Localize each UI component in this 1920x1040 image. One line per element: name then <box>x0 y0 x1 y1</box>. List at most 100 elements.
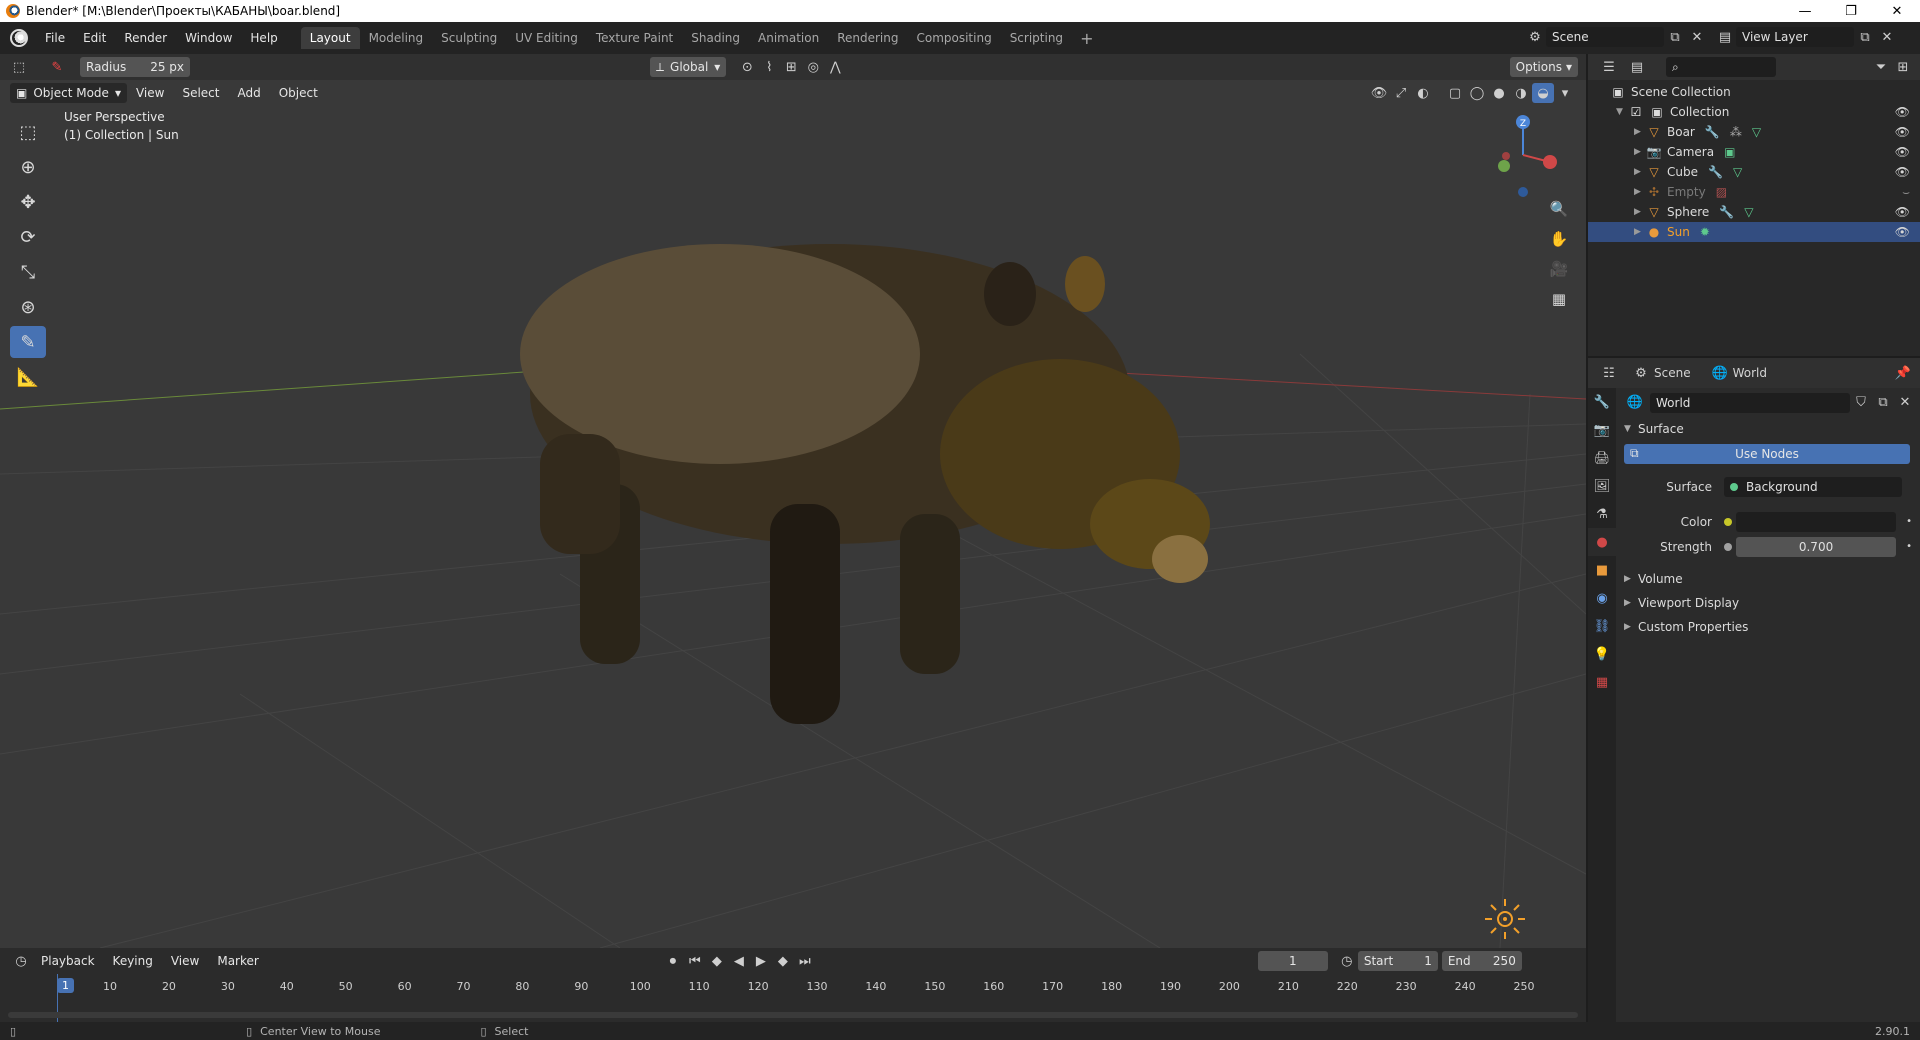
timeline-scrollbar[interactable] <box>8 1012 1578 1018</box>
breadcrumb-world[interactable]: World <box>1733 366 1767 380</box>
timeline-menu-marker[interactable]: Marker <box>208 945 267 977</box>
tab-scripting[interactable]: Scripting <box>1001 27 1072 49</box>
chevron-down-icon[interactable]: ▾ <box>1554 83 1576 103</box>
proportional-edit-icon[interactable]: ◎ <box>802 57 824 77</box>
menu-render[interactable]: Render <box>115 22 176 54</box>
sun-light-data-icon[interactable]: ✹ <box>1700 225 1710 239</box>
outliner-search-input[interactable]: ⌕ <box>1666 57 1776 77</box>
blender-logo-icon[interactable] <box>10 29 28 47</box>
wireframe-shading-icon[interactable]: ◯ <box>1466 83 1488 103</box>
timeline-menu-keying[interactable]: Keying <box>104 945 162 977</box>
xray-icon[interactable]: ▢ <box>1444 83 1466 103</box>
outliner-item-cube[interactable]: ▶ ▽ Cube 🔧 ▽ 👁 <box>1588 162 1920 182</box>
breadcrumb-scene[interactable]: Scene <box>1654 366 1691 380</box>
cursor-icon[interactable]: ⊕ <box>10 151 46 183</box>
delete-view-layer-icon[interactable]: ✕ <box>1876 27 1898 47</box>
rotate-icon[interactable]: ⟳ <box>10 221 46 253</box>
object-mode-dropdown[interactable]: ▣ Object Mode ▾ <box>10 83 127 103</box>
new-scene-icon[interactable]: ⧉ <box>1664 27 1686 47</box>
mesh-data-icon[interactable]: ▽ <box>1752 125 1761 139</box>
clock-editor-icon[interactable]: ◷ <box>10 951 32 971</box>
timeline-menu-view[interactable]: View <box>162 945 208 977</box>
color-socket-icon[interactable] <box>1724 517 1732 526</box>
physics-tab-icon[interactable]: ◉ <box>1588 584 1616 612</box>
rendered-shading-icon[interactable]: ◒ <box>1532 83 1554 103</box>
eye-icon[interactable]: 👁 <box>1895 205 1910 219</box>
camera-view-icon[interactable]: 🎥 <box>1546 254 1572 284</box>
surface-shader-field[interactable]: Background <box>1724 476 1902 497</box>
measure-icon[interactable]: 📐 <box>10 361 46 393</box>
options-dropdown[interactable]: Options ▾ <box>1509 57 1578 77</box>
tool-tab-icon[interactable]: 🔧 <box>1588 388 1616 416</box>
output-tab-icon[interactable]: 🖨 <box>1588 444 1616 472</box>
transform-orientation-dropdown[interactable]: ⟂ Global ▾ <box>650 57 727 77</box>
eye-icon[interactable]: 👁 <box>1895 145 1910 159</box>
object-tab-icon[interactable]: ■ <box>1588 556 1616 584</box>
editor-type-icon[interactable]: ⬚ <box>8 57 30 77</box>
viewport-display-panel-header[interactable]: ▶ Viewport Display <box>1624 591 1920 615</box>
outliner-item-sphere[interactable]: ▶ ▽ Sphere 🔧 ▽ 👁 <box>1588 202 1920 222</box>
outliner-item-sun[interactable]: ▶ ● Sun ✹ 👁 <box>1588 222 1920 242</box>
boar-model[interactable] <box>520 244 1210 724</box>
outliner-item-boar[interactable]: ▶ ▽ Boar 🔧 ⁂ ▽ 👁 <box>1588 122 1920 142</box>
viewport-menu-view[interactable]: View <box>127 77 173 109</box>
view-layer-field[interactable]: View Layer <box>1736 27 1854 47</box>
tab-modeling[interactable]: Modeling <box>360 27 433 49</box>
object-data-tab-icon[interactable]: 💡 <box>1588 640 1616 668</box>
scene-tab-icon[interactable]: ⚗ <box>1588 500 1616 528</box>
eye-icon[interactable]: 👁 <box>1895 105 1910 119</box>
preview-range-icon[interactable]: ◷ <box>1336 951 1358 971</box>
select-box-icon[interactable]: ⬚ <box>10 116 46 148</box>
menu-edit[interactable]: Edit <box>74 22 115 54</box>
delete-scene-icon[interactable]: ✕ <box>1686 27 1708 47</box>
menu-help[interactable]: Help <box>241 22 286 54</box>
end-frame-field[interactable]: End 250 <box>1441 951 1522 971</box>
maximize-button[interactable]: ❐ <box>1828 0 1874 22</box>
eye-icon[interactable]: 👁 <box>1895 225 1910 239</box>
tab-texture-paint[interactable]: Texture Paint <box>587 27 682 49</box>
collection-row[interactable]: ▼ ☑ ▣ Collection 👁 <box>1588 102 1920 122</box>
current-frame-field[interactable]: 1 <box>1257 951 1328 971</box>
scene-name-field[interactable]: Scene <box>1546 27 1664 47</box>
expand-arrow-icon[interactable]: ▶ <box>1634 167 1646 177</box>
snap-icon[interactable]: ⌇ <box>758 57 780 77</box>
radius-field[interactable]: Radius 25 px <box>80 57 190 77</box>
modifier-wrench-icon[interactable]: 🔧 <box>1719 205 1734 219</box>
surface-panel-header[interactable]: ▼ Surface <box>1624 417 1920 441</box>
image-data-icon[interactable]: ▨ <box>1716 185 1727 199</box>
scale-icon[interactable]: ⤡ <box>10 256 46 288</box>
outliner-item-empty[interactable]: ▶ ✣ Empty ▨ ⌣ <box>1588 182 1920 202</box>
add-workspace-button[interactable]: + <box>1072 29 1101 48</box>
modifier-wrench-icon[interactable]: 🔧 <box>1708 165 1723 179</box>
jump-start-icon[interactable]: ⏮ <box>684 951 706 971</box>
expand-arrow-icon[interactable]: ▶ <box>1634 147 1646 157</box>
expand-arrow-icon[interactable]: ▶ <box>1634 227 1646 237</box>
annotate-icon[interactable]: ✎ <box>10 326 46 358</box>
outliner-item-camera[interactable]: ▶ 📷 Camera ▣ 👁 <box>1588 142 1920 162</box>
eye-icon[interactable]: 👁 <box>1895 125 1910 139</box>
tab-uv-editing[interactable]: UV Editing <box>506 27 587 49</box>
mesh-data-icon[interactable]: ▽ <box>1744 205 1753 219</box>
solid-shading-icon[interactable]: ● <box>1488 83 1510 103</box>
mesh-data-icon[interactable]: ▽ <box>1733 165 1742 179</box>
snap-target-icon[interactable]: ⊞ <box>780 57 802 77</box>
constraints-tab-icon[interactable]: ⛓ <box>1588 612 1616 640</box>
viewport-menu-select[interactable]: Select <box>173 77 228 109</box>
expand-arrow-icon[interactable]: ▼ <box>1616 107 1628 117</box>
expand-arrow-icon[interactable]: ▶ <box>1634 187 1646 197</box>
ortho-grid-icon[interactable]: ▦ <box>1546 284 1572 314</box>
falloff-icon[interactable]: ⋀ <box>824 57 846 77</box>
sun-light-icon[interactable] <box>1480 894 1530 944</box>
zoom-icon[interactable]: 🔍 <box>1546 194 1572 224</box>
use-nodes-button[interactable]: ⧉ Use Nodes <box>1624 443 1910 464</box>
filter-icon[interactable]: ⏷ <box>1870 57 1892 77</box>
start-frame-field[interactable]: Start 1 <box>1357 951 1438 971</box>
world-browse-icon[interactable]: 🌐 <box>1624 393 1646 413</box>
material-shading-icon[interactable]: ◑ <box>1510 83 1532 103</box>
render-tab-icon[interactable]: 📷 <box>1588 416 1616 444</box>
strength-field[interactable]: 0.700 <box>1736 536 1897 557</box>
annotate-tool-icon[interactable]: ✎ <box>46 57 68 77</box>
jump-end-icon[interactable]: ⏭ <box>794 951 816 971</box>
tab-layout[interactable]: Layout <box>300 27 360 49</box>
camera-data-icon[interactable]: ▣ <box>1724 145 1735 159</box>
